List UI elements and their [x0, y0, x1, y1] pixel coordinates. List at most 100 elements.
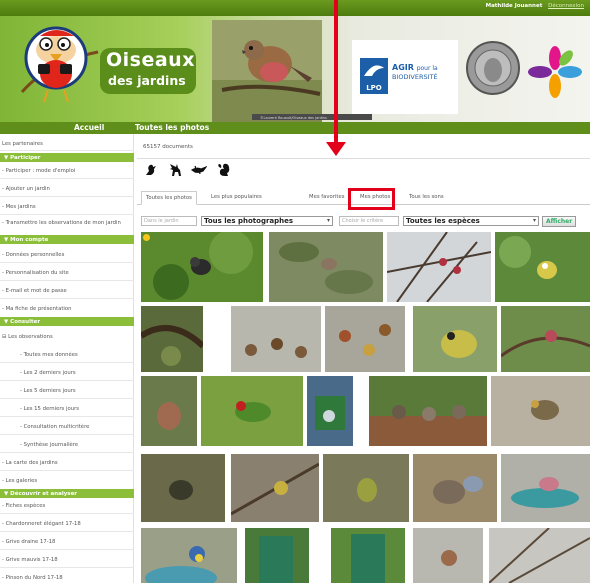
biodiversite-label: BIODIVERSITÉ	[392, 73, 438, 81]
sidebar-partners[interactable]: Les partenaires	[0, 141, 134, 147]
place-filter-input[interactable]: Dans le jardin	[141, 216, 197, 226]
deer-silhouette-icon[interactable]	[167, 162, 183, 178]
lizard-silhouette-icon[interactable]	[191, 162, 207, 178]
sidebar-item-fiche-presentation[interactable]: - Ma fiche de présentation	[0, 306, 134, 312]
sidebar-item-chardonneret[interactable]: - Chardonneret élégant 17-18	[0, 521, 134, 527]
sidebar-section-participer[interactable]: ▼ Participer	[0, 153, 134, 162]
user-info: Mathilde Jouannet Déconnexion	[486, 3, 584, 9]
document-count: 65157 documents	[143, 144, 193, 150]
sidebar-item-15-jours[interactable]: - Les 15 derniers jours	[0, 406, 134, 412]
gallery-photo[interactable]	[331, 528, 405, 583]
divider	[0, 398, 134, 399]
sidebar-item-personnalisation[interactable]: - Personnalisation du site	[0, 270, 134, 276]
site-logo-text[interactable]: Oiseaux des jardins	[100, 48, 196, 94]
partner-flower-logo[interactable]	[528, 46, 582, 100]
gallery-photo[interactable]	[325, 306, 405, 372]
sidebar-item-fiches-especes[interactable]: - Fiches espèces	[0, 503, 134, 509]
banner-linnet-photo	[212, 20, 322, 122]
gallery-photo[interactable]	[307, 376, 353, 446]
gallery-photo[interactable]	[141, 232, 263, 302]
sidebar-item-observations[interactable]: ⊟ Les observations	[0, 334, 134, 340]
afficher-button[interactable]: Afficher	[542, 216, 577, 227]
sidebar-item-toutes-donnees[interactable]: - Toutes mes données	[0, 352, 134, 358]
collapse-box-icon[interactable]: ⊟	[2, 334, 6, 340]
gallery-photo[interactable]	[413, 454, 497, 522]
lpo-logo[interactable]: LPO	[360, 58, 388, 94]
divider	[0, 214, 134, 215]
sidebar-section-consulter[interactable]: ▼ Consulter	[0, 317, 134, 326]
bird-mascot-logo[interactable]	[18, 22, 100, 106]
photographer-select-value: Tous les photographes	[204, 217, 294, 225]
sidebar-item-galeries[interactable]: - Les galeries	[0, 478, 134, 484]
gallery-photo[interactable]	[489, 528, 590, 583]
gallery-photo[interactable]	[141, 454, 225, 522]
logout-link[interactable]: Déconnexion	[548, 3, 584, 9]
gallery-photo[interactable]	[369, 376, 487, 446]
species-select[interactable]: Toutes les espèces ▾	[403, 216, 539, 226]
sidebar-item-5-jours[interactable]: - Les 5 derniers jours	[0, 388, 134, 394]
sidebar-item-grive-draine[interactable]: - Grive draine 17-18	[0, 539, 134, 545]
sidebar-item-grive-mauvis[interactable]: - Grive mauvis 17-18	[0, 557, 134, 563]
nav-all-photos[interactable]: Toutes les photos	[135, 123, 209, 132]
divider	[0, 178, 134, 179]
gallery-photo[interactable]	[501, 454, 590, 522]
site-banner: Oiseaux des jardins ©Laurent Rouault/Ois…	[0, 16, 590, 122]
gallery-photo[interactable]	[141, 306, 203, 372]
gallery-photo[interactable]	[245, 528, 309, 583]
museum-medal-logo[interactable]	[465, 40, 521, 96]
sidebar-item-2-jours[interactable]: - Les 2 derniers jours	[0, 370, 134, 376]
gallery-photo[interactable]	[231, 306, 321, 372]
gallery-photo[interactable]	[413, 528, 483, 583]
divider	[0, 298, 134, 299]
gallery-photo[interactable]	[501, 306, 590, 372]
gallery-photo[interactable]	[269, 232, 383, 302]
lpo-bird-icon	[364, 65, 384, 76]
photographer-select[interactable]: Tous les photographes ▾	[201, 216, 333, 226]
sidebar-item-synthese[interactable]: - Synthèse journalière	[0, 442, 134, 448]
tab-mes-favorites[interactable]: Mes favorites	[309, 194, 345, 200]
gallery-photo[interactable]	[387, 232, 491, 302]
squirrel-silhouette-icon[interactable]	[215, 162, 231, 178]
bird-silhouette-icon[interactable]	[143, 162, 159, 178]
sidebar-section-compte[interactable]: ▼ Mon compte	[0, 235, 134, 244]
divider	[0, 380, 134, 381]
sidebar-item-mode-emploi[interactable]: - Participer : mode d'emploi	[0, 168, 134, 174]
sidebar-section-decouvrir[interactable]: ▼ Découvrir et analyser	[0, 489, 134, 498]
sidebar-item-mes-jardins[interactable]: - Mes jardins	[0, 204, 134, 210]
sidebar-item-carte-jardins[interactable]: - La carte des jardins	[0, 460, 134, 466]
logo-line1: Oiseaux	[106, 49, 195, 71]
species-filter-input[interactable]: Choisir le critère	[339, 216, 399, 226]
divider	[0, 470, 134, 471]
gallery-photo[interactable]	[231, 454, 319, 522]
annotation-arrow	[334, 0, 338, 146]
sidebar-item-donnees-personnelles[interactable]: - Données personnelles	[0, 252, 134, 258]
tab-toutes-photos[interactable]: Toutes les photos	[141, 191, 197, 205]
tab-plus-populaires[interactable]: Les plus populaires	[211, 194, 262, 200]
tab-tous-sons[interactable]: Tous les sons	[409, 194, 444, 200]
gallery-photo[interactable]	[323, 454, 409, 522]
sidebar-item-multicritere[interactable]: - Consultation multicritère	[0, 424, 134, 430]
divider	[0, 150, 134, 151]
sidebar-item-ajouter-jardin[interactable]: - Ajouter un jardin	[0, 186, 134, 192]
gallery-photo[interactable]	[495, 232, 590, 302]
gallery-filters: Dans le jardin Tous les photographes ▾ C…	[137, 214, 590, 228]
species-select-value: Toutes les espèces	[406, 217, 480, 225]
gallery-main: 65157 documents Toutes les photos Les pl…	[137, 0, 590, 583]
gallery-photo[interactable]	[141, 528, 237, 583]
divider	[0, 531, 134, 532]
partner-logos: LPO AGIR pour la BIODIVERSITÉ	[352, 40, 458, 114]
divider	[0, 262, 134, 263]
gallery-photo[interactable]	[413, 306, 497, 372]
user-name: Mathilde Jouannet	[485, 3, 543, 9]
gallery-photo[interactable]	[201, 376, 303, 446]
gallery-photo[interactable]	[141, 376, 197, 446]
divider	[0, 434, 134, 435]
nav-home[interactable]: Accueil	[74, 123, 104, 132]
sidebar-item-pinson-nord[interactable]: - Pinson du Nord 17-18	[0, 575, 134, 581]
divider	[0, 416, 134, 417]
gallery-photo[interactable]	[491, 376, 590, 446]
sidebar-item-email[interactable]: - E-mail et mot de passe	[0, 288, 134, 294]
chevron-down-icon: ▾	[532, 217, 536, 224]
sidebar-item-transmettre[interactable]: - Transmettre les observations de mon ja…	[0, 220, 130, 227]
star-icon	[143, 234, 150, 241]
